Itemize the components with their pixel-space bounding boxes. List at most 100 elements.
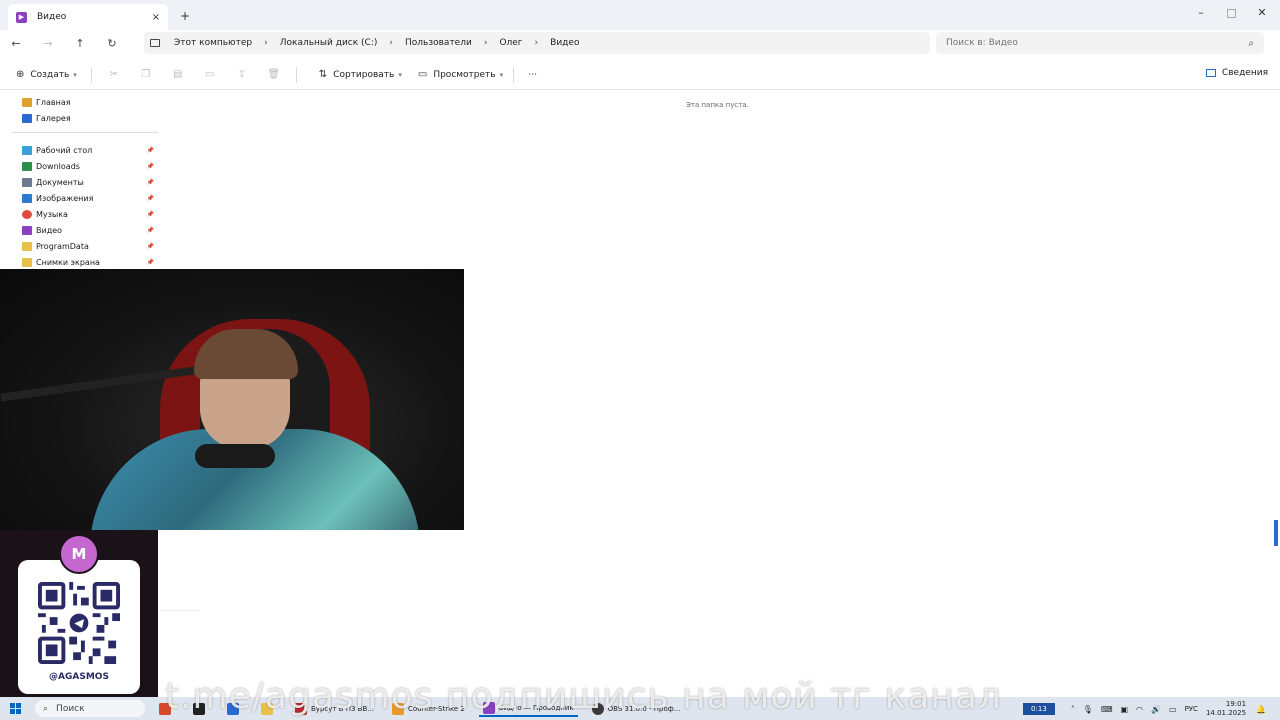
new-tab-button[interactable]: + (180, 9, 190, 23)
pin-icon[interactable]: 📌 (147, 259, 154, 266)
divider (90, 66, 92, 83)
pin-icon[interactable]: 📌 (147, 163, 154, 170)
chevron-down-icon: ▾ (73, 70, 77, 79)
sidebar-item-programdata[interactable]: ProgramData 📌 (22, 238, 156, 254)
sidebar-item-home[interactable]: Главная (22, 94, 156, 110)
pin-icon[interactable]: 📌 (147, 227, 154, 234)
battery-icon[interactable]: ▭ (1169, 705, 1177, 714)
wifi-icon[interactable]: ◠ (1136, 705, 1143, 714)
close-window-icon[interactable]: ✕ (1256, 6, 1268, 19)
sidebar-item-music[interactable]: Музыка 📌 (22, 206, 156, 222)
tab-title: Видео (37, 12, 67, 22)
pin-icon[interactable]: 📌 (147, 243, 154, 250)
breadcrumb-local-disk[interactable]: Локальный диск (C:) (280, 38, 378, 48)
breadcrumb-videos[interactable]: Видео (550, 38, 579, 48)
volume-icon[interactable]: 🔊 (1151, 705, 1161, 714)
pin-icon[interactable]: 📌 (147, 179, 154, 186)
clock-time: 19:01 (1225, 700, 1247, 708)
more-options-icon[interactable]: ⋯ (528, 70, 537, 80)
search-box[interactable]: ⌕ (936, 32, 1264, 54)
windows-start-icon[interactable] (10, 703, 21, 714)
sidebar-item-label: Галерея (36, 113, 71, 123)
sidebar-item-desktop[interactable]: Рабочий стол 📌 (22, 142, 156, 158)
breadcrumb-users[interactable]: Пользователи (405, 38, 472, 48)
folder-icon (22, 241, 32, 251)
sidebar-item-videos[interactable]: Видео 📌 (22, 222, 156, 238)
desktop-icon (22, 145, 32, 155)
pin-icon[interactable]: 📌 (147, 147, 154, 154)
view-button[interactable]: ▭ Просмотреть ▾ (418, 69, 503, 80)
window-controls: – ✕ (1195, 6, 1268, 19)
share-icon[interactable]: ⇪ (226, 69, 258, 80)
details-button[interactable]: Сведения (1205, 68, 1268, 78)
sidebar-item-label: Изображения (36, 193, 94, 203)
close-tab-icon[interactable]: × (152, 12, 160, 23)
pin-icon[interactable]: 📌 (147, 195, 154, 202)
home-icon (22, 97, 32, 107)
clock[interactable]: 19:01 14.01.2025 (1206, 700, 1246, 718)
details-label: Сведения (1221, 68, 1268, 78)
chevron-right-icon[interactable]: › (535, 38, 539, 48)
sidebar-item-pictures[interactable]: Изображения 📌 (22, 190, 156, 206)
empty-folder-message: Эта папка пуста. (686, 101, 749, 109)
breadcrumb-oleg[interactable]: Олег (499, 38, 522, 48)
search-input[interactable] (946, 38, 1226, 48)
divider (295, 66, 297, 83)
gallery-icon (22, 113, 32, 123)
taskbar-search[interactable]: ⌕ Поиск (35, 700, 145, 717)
chevron-up-icon[interactable]: ˄ (1071, 705, 1075, 714)
video-folder-icon (22, 225, 32, 235)
camera-icon[interactable]: ▣ (1120, 705, 1128, 714)
microphone-icon[interactable]: 🎙 (1083, 705, 1093, 714)
sidebar-item-downloads[interactable]: Downloads 📌 (22, 158, 156, 174)
taskbar-search-label: Поиск (56, 703, 85, 714)
minimize-icon[interactable]: – (1195, 6, 1207, 19)
sidebar-item-label: ProgramData (36, 241, 89, 251)
computer-icon (150, 39, 160, 47)
cut-icon[interactable]: ✂ (98, 69, 130, 80)
paste-icon[interactable]: ▤ (162, 69, 194, 80)
delete-icon[interactable]: 🗑 (258, 69, 290, 80)
sort-button[interactable]: ⇅ Сортировать ▾ (319, 69, 402, 80)
sidebar-item-gallery[interactable]: Галерея (22, 110, 156, 126)
tab-videos[interactable]: ▶ Видео × (8, 4, 168, 30)
search-icon: ⌕ (1248, 37, 1254, 49)
pin-icon[interactable]: 📌 (147, 211, 154, 218)
chevron-right-icon[interactable]: › (389, 38, 393, 48)
document-icon (22, 177, 32, 187)
sidebar-item-documents[interactable]: Документы 📌 (22, 174, 156, 190)
sidebar-item-label: Downloads (36, 161, 80, 171)
sidebar-item-label: Музыка (36, 209, 68, 219)
up-arrow-icon[interactable]: ↑ (64, 37, 96, 50)
command-bar: ⊕ Создать ▾ ✂ ❐ ▤ ▭ ⇪ 🗑 ⇅ Сортировать ▾ … (0, 60, 1280, 90)
divider (12, 132, 158, 133)
qr-handle: @AGASMOS (49, 672, 109, 682)
video-folder-icon: ▶ (16, 11, 27, 23)
create-button[interactable]: ⊕ Создать ▾ (16, 69, 77, 80)
sidebar-item-screenshots[interactable]: Снимки экрана 📌 (22, 254, 156, 270)
sidebar-item-label: Рабочий стол (36, 145, 93, 155)
chevron-right-icon[interactable]: › (484, 38, 488, 48)
chevron-right-icon[interactable]: › (264, 38, 268, 48)
gamepad-icon[interactable]: ⌨ (1101, 705, 1113, 714)
refresh-icon[interactable]: ↻ (96, 37, 128, 50)
breadcrumb-this-pc[interactable]: Этот компьютер (174, 38, 252, 48)
chevron-down-icon: ▾ (499, 70, 504, 79)
back-arrow-icon[interactable]: ← (0, 37, 32, 50)
rename-icon[interactable]: ▭ (194, 69, 226, 80)
sidebar-item-label: Видео (36, 225, 63, 235)
system-tray: 0:13 ˄ 🎙 ⌨ ▣ ◠ 🔊 ▭ РУС 19:01 14.01.2025 … (1023, 700, 1274, 718)
forward-arrow-icon[interactable]: → (32, 37, 64, 50)
maximize-icon[interactable] (1227, 9, 1236, 18)
sidebar-item-label: Главная (36, 97, 71, 107)
recording-timer[interactable]: 0:13 (1023, 703, 1055, 715)
scrollbar-thumb[interactable] (1274, 520, 1278, 546)
notification-bell-icon[interactable]: 🔔 (1256, 705, 1266, 714)
promo-overlay-text: t.me/agasmos подпишись на мой тг канал (165, 676, 1002, 717)
sort-icon: ⇅ (318, 69, 328, 80)
create-label: Создать (30, 69, 70, 80)
language-indicator[interactable]: РУС (1185, 705, 1198, 713)
webcam-overlay (0, 269, 464, 530)
breadcrumb[interactable]: Этот компьютер › Локальный диск (C:) › П… (144, 32, 930, 54)
copy-icon[interactable]: ❐ (130, 69, 162, 80)
